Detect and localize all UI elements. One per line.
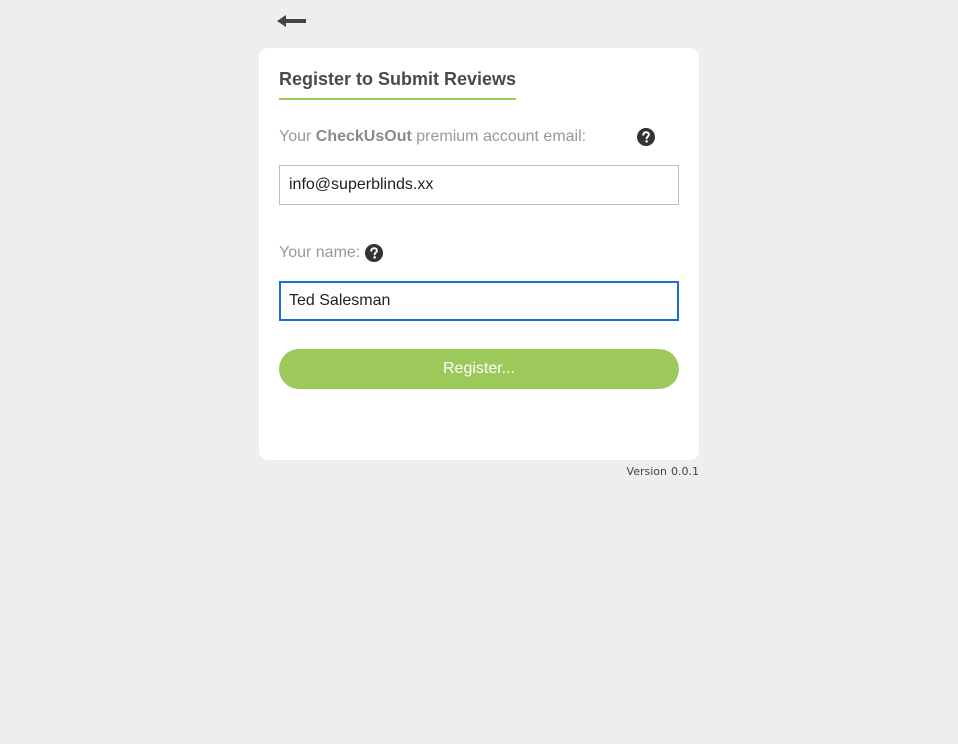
email-label-suffix: premium account email: — [411, 128, 587, 145]
email-field[interactable] — [279, 165, 679, 205]
version-label: Version — [626, 465, 667, 478]
version-number: 0.0.1 — [671, 465, 699, 478]
name-label: Your name: — [279, 244, 361, 261]
arrow-left-icon — [277, 15, 306, 27]
name-field[interactable] — [279, 281, 679, 321]
email-help-icon[interactable] — [637, 128, 655, 146]
register-button[interactable]: Register... — [279, 349, 679, 389]
email-label: Your CheckUsOut premium account email: — [279, 127, 586, 147]
register-card: Register to Submit Reviews Your CheckUsO… — [259, 48, 699, 460]
back-button[interactable] — [274, 8, 308, 34]
email-label-prefix: Your — [279, 128, 316, 145]
brand-name: CheckUsOut — [315, 128, 412, 145]
name-help-icon[interactable] — [365, 244, 383, 262]
version-info: Version 0.0.1 — [627, 465, 699, 478]
page-title: Register to Submit Reviews — [279, 68, 517, 100]
